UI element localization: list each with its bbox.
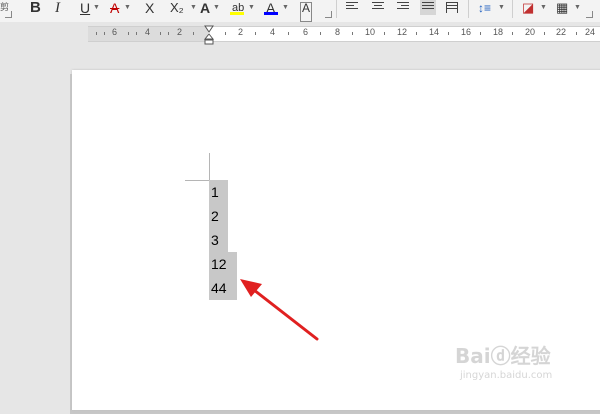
distributed-align-icon[interactable]: [446, 2, 458, 13]
borders-dropdown-icon[interactable]: ▼: [574, 4, 581, 11]
highlight-dropdown-icon[interactable]: ▼: [248, 4, 255, 11]
ruler-track: [88, 26, 600, 42]
selected-text-line[interactable]: 3: [209, 228, 228, 252]
paragraph-dialog-launcher-icon[interactable]: [586, 11, 593, 18]
borders-icon[interactable]: ▦: [556, 0, 568, 18]
text-effect-dropdown-icon[interactable]: ▼: [213, 4, 220, 11]
shading-dropdown-icon[interactable]: ▼: [540, 4, 547, 11]
ruler-tick: [168, 32, 169, 35]
justify-icon[interactable]: [420, 0, 436, 15]
ruler-tick: [225, 32, 226, 35]
ruler-tick: [544, 32, 545, 35]
font-color-dropdown-icon[interactable]: ▼: [282, 4, 289, 11]
ruler-tick: [384, 32, 385, 35]
shading-icon[interactable]: ◪: [522, 0, 534, 18]
line-spacing-dropdown-icon[interactable]: ▼: [498, 4, 505, 11]
ruler-tick: [193, 32, 194, 35]
strikethrough-button[interactable]: A: [110, 0, 119, 18]
align-center-icon[interactable]: [372, 2, 384, 13]
ruler-label: 6: [112, 27, 118, 37]
horizontal-ruler[interactable]: 6 4 2 2 4 6 8 10 12 14 16 18 20 22 24: [0, 22, 600, 44]
line-spacing-icon[interactable]: ↕≡: [478, 0, 491, 18]
watermark-brand: Baiⓓ经验: [455, 344, 551, 368]
ruler-tick: [104, 32, 105, 35]
ruler-label: 24: [585, 27, 596, 37]
highlight-color-swatch: [230, 12, 244, 15]
ruler-tick: [96, 32, 97, 35]
margin-corner-mark: [185, 180, 210, 181]
ruler-label: 12: [397, 27, 408, 37]
selected-text-line[interactable]: 2: [209, 204, 228, 228]
ruler-tick: [576, 32, 577, 35]
font-color-swatch: [264, 12, 278, 15]
ruler-tick: [480, 32, 481, 35]
ruler-label: 14: [429, 27, 440, 37]
ruler-tick: [416, 32, 417, 35]
ruler-tick: [136, 32, 137, 35]
strikethrough-dropdown-icon[interactable]: ▼: [124, 4, 131, 11]
indent-marker-icon[interactable]: [204, 25, 214, 45]
toolbar-separator: [336, 0, 337, 18]
ruler-label: 6: [303, 27, 309, 37]
subscript-button[interactable]: X₂: [170, 0, 184, 18]
formatting-toolbar: 剪 B I U ▼ A ▼ X X₂ ▼ A ▼ ab ▼ A ▼ A ↕≡ ▼…: [0, 0, 600, 23]
baidu-watermark: Baiⓓ经验 jingyan.baidu.com: [455, 340, 595, 390]
char-border-button[interactable]: A: [300, 2, 313, 22]
ruler-label: 4: [145, 27, 151, 37]
underline-button[interactable]: U: [80, 0, 90, 18]
clear-format-button[interactable]: X: [145, 0, 154, 18]
ruler-label: 2: [177, 27, 183, 37]
bold-button[interactable]: B: [30, 0, 41, 18]
align-right-icon[interactable]: [397, 2, 409, 13]
ruler-tick: [512, 32, 513, 35]
ruler-tick: [160, 32, 161, 35]
selected-text-line[interactable]: 1: [209, 180, 228, 204]
font-dialog-launcher-icon[interactable]: [325, 11, 332, 18]
watermark-url: jingyan.baidu.com: [460, 370, 553, 381]
margin-corner-mark: [209, 153, 210, 181]
ruler-tick: [288, 32, 289, 35]
ruler-label: 16: [461, 27, 472, 37]
ruler-tick: [352, 32, 353, 35]
ruler-tick: [128, 32, 129, 35]
ruler-label: 4: [270, 27, 276, 37]
toolbar-separator: [468, 0, 469, 18]
italic-button[interactable]: I: [55, 0, 60, 18]
text-effect-button[interactable]: A: [200, 0, 210, 18]
toolbar-separator: [512, 0, 513, 18]
ruler-tick: [255, 32, 256, 35]
ruler-label: 2: [238, 27, 244, 37]
ruler-label: 8: [335, 27, 341, 37]
highlight-button[interactable]: ab: [232, 0, 244, 18]
selected-text-line[interactable]: 12: [209, 252, 237, 276]
selected-text-line[interactable]: 44: [209, 276, 237, 300]
ruler-label: 10: [365, 27, 376, 37]
underline-dropdown-icon[interactable]: ▼: [93, 4, 100, 11]
ruler-label: 20: [525, 27, 536, 37]
ruler-label: 22: [556, 27, 567, 37]
font-color-button[interactable]: A: [266, 0, 275, 18]
ruler-tick: [320, 32, 321, 35]
ruler-label: 18: [493, 27, 504, 37]
subscript-dropdown-icon[interactable]: ▼: [190, 4, 197, 11]
align-left-icon[interactable]: [346, 2, 358, 13]
ruler-tick: [448, 32, 449, 35]
dialog-launcher-icon[interactable]: [5, 11, 12, 18]
